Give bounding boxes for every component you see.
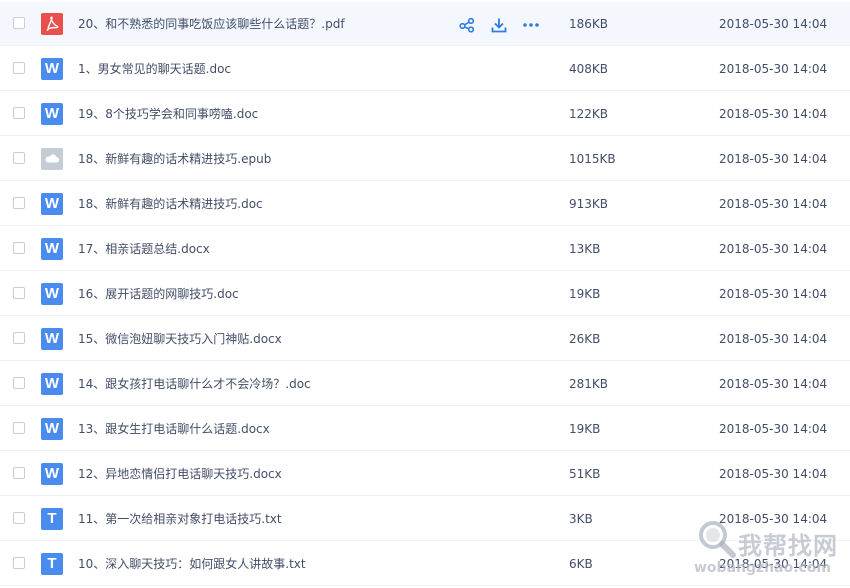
file-row[interactable]: W 17、相亲话题总结.docx 13KB 2018-05-30 14:04	[0, 227, 850, 271]
cloud-file-icon	[41, 148, 63, 170]
file-size: 281KB	[569, 377, 609, 391]
file-row[interactable]: T 11、第一次给相亲对象打电话技巧.txt 3KB 2018-05-30 14:04	[0, 497, 850, 541]
file-size: 13KB	[569, 242, 601, 256]
file-list: 20、和不熟悉的同事吃饭应该聊些什么话题？.pdf 186KB 2018-05-30…	[0, 0, 850, 588]
file-name[interactable]: 14、跟女孩打电话聊什么才不会冷场？.doc	[78, 362, 311, 406]
row-checkbox[interactable]	[13, 152, 25, 164]
file-date: 2018-05-30 14:04	[719, 242, 828, 256]
file-row[interactable]: 18、新鲜有趣的话术精进技巧.epub 1015KB 2018-05-30 14:0…	[0, 137, 850, 181]
text-file-icon: T	[41, 553, 63, 575]
word-doc-icon: W	[41, 463, 63, 485]
row-actions	[458, 16, 540, 34]
file-size: 51KB	[569, 467, 601, 481]
file-name[interactable]: 10、深入聊天技巧：如何跟女人讲故事.txt	[78, 542, 306, 586]
file-date: 2018-05-30 14:04	[719, 422, 828, 436]
share-icon[interactable]	[458, 16, 476, 34]
file-name[interactable]: 11、第一次给相亲对象打电话技巧.txt	[78, 497, 282, 541]
file-date: 2018-05-30 14:04	[719, 332, 828, 346]
file-date: 2018-05-30 14:04	[719, 62, 828, 76]
file-row[interactable]: W 19、8个技巧学会和同事唠嗑.doc 122KB 2018-05-30 14:04	[0, 92, 850, 136]
file-date: 2018-05-30 14:04	[719, 197, 828, 211]
file-date: 2018-05-30 14:04	[719, 287, 828, 301]
file-name[interactable]: 20、和不熟悉的同事吃饭应该聊些什么话题？.pdf	[78, 2, 345, 46]
row-checkbox[interactable]	[13, 107, 25, 119]
file-row[interactable]: W 15、微信泡妞聊天技巧入门神贴.docx 26KB 2018-05-30 14:0…	[0, 317, 850, 361]
row-checkbox[interactable]	[13, 467, 25, 479]
file-size: 1015KB	[569, 152, 616, 166]
file-name[interactable]: 18、新鲜有趣的话术精进技巧.epub	[78, 137, 271, 181]
row-checkbox[interactable]	[13, 62, 25, 74]
file-row[interactable]: W 12、异地恋情侣打电话聊天技巧.docx 51KB 2018-05-30 14:0…	[0, 452, 850, 496]
row-checkbox[interactable]	[13, 422, 25, 434]
file-date: 2018-05-30 14:04	[719, 17, 828, 31]
file-name[interactable]: 16、展开话题的网聊技巧.doc	[78, 272, 239, 316]
row-checkbox[interactable]	[13, 242, 25, 254]
row-checkbox[interactable]	[13, 512, 25, 524]
file-name[interactable]: 15、微信泡妞聊天技巧入门神贴.docx	[78, 317, 282, 361]
file-name[interactable]: 13、跟女生打电话聊什么话题.docx	[78, 407, 270, 451]
file-date: 2018-05-30 14:04	[719, 107, 828, 121]
word-doc-icon: W	[41, 238, 63, 260]
file-size: 19KB	[569, 287, 601, 301]
word-doc-icon: W	[41, 328, 63, 350]
file-size: 6KB	[569, 557, 593, 571]
row-checkbox[interactable]	[13, 287, 25, 299]
file-name[interactable]: 1、男女常见的聊天话题.doc	[78, 47, 231, 91]
file-name[interactable]: 12、异地恋情侣打电话聊天技巧.docx	[78, 452, 282, 496]
row-checkbox[interactable]	[13, 197, 25, 209]
file-row[interactable]: W 13、跟女生打电话聊什么话题.docx 19KB 2018-05-30 14:04	[0, 407, 850, 451]
file-row[interactable]: W 16、展开话题的网聊技巧.doc 19KB 2018-05-30 14:04	[0, 272, 850, 316]
more-icon[interactable]	[522, 16, 540, 34]
file-row[interactable]: W 18、新鲜有趣的话术精进技巧.doc 913KB 2018-05-30 14:04	[0, 182, 850, 226]
pdf-icon	[41, 13, 63, 35]
row-checkbox[interactable]	[13, 332, 25, 344]
file-date: 2018-05-30 14:04	[719, 557, 828, 571]
word-doc-icon: W	[41, 103, 63, 125]
file-size: 186KB	[569, 17, 609, 31]
download-icon[interactable]	[490, 16, 508, 34]
file-date: 2018-05-30 14:04	[719, 467, 828, 481]
word-doc-icon: W	[41, 58, 63, 80]
file-row[interactable]: W 14、跟女孩打电话聊什么才不会冷场？.doc 281KB 2018-05-30 1…	[0, 362, 850, 406]
file-size: 408KB	[569, 62, 609, 76]
file-size: 122KB	[569, 107, 609, 121]
row-checkbox[interactable]	[13, 557, 25, 569]
file-name[interactable]: 17、相亲话题总结.docx	[78, 227, 210, 271]
file-size: 3KB	[569, 512, 593, 526]
file-size: 19KB	[569, 422, 601, 436]
file-size: 913KB	[569, 197, 609, 211]
file-size: 26KB	[569, 332, 601, 346]
row-checkbox[interactable]	[13, 377, 25, 389]
file-row[interactable]: T 10、深入聊天技巧：如何跟女人讲故事.txt 6KB 2018-05-30 14:…	[0, 542, 850, 586]
file-date: 2018-05-30 14:04	[719, 152, 828, 166]
file-date: 2018-05-30 14:04	[719, 377, 828, 391]
file-row[interactable]: 20、和不熟悉的同事吃饭应该聊些什么话题？.pdf 186KB 2018-05-30…	[0, 2, 850, 46]
file-row[interactable]: W 1、男女常见的聊天话题.doc 408KB 2018-05-30 14:04	[0, 47, 850, 91]
row-checkbox[interactable]	[13, 17, 25, 29]
word-doc-icon: W	[41, 283, 63, 305]
file-date: 2018-05-30 14:04	[719, 512, 828, 526]
word-doc-icon: W	[41, 373, 63, 395]
word-doc-icon: W	[41, 193, 63, 215]
file-name[interactable]: 19、8个技巧学会和同事唠嗑.doc	[78, 92, 258, 136]
file-name[interactable]: 18、新鲜有趣的话术精进技巧.doc	[78, 182, 263, 226]
word-doc-icon: W	[41, 418, 63, 440]
text-file-icon: T	[41, 508, 63, 530]
